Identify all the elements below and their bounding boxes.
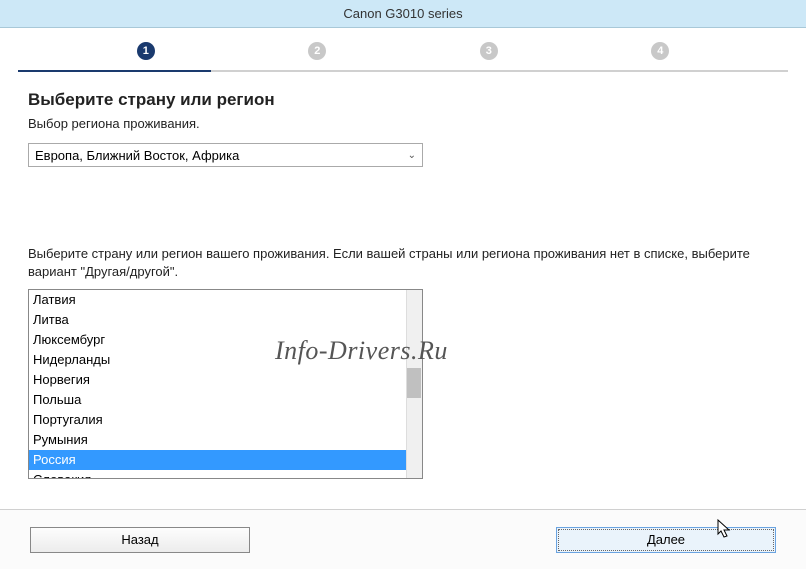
list-item[interactable]: Португалия <box>29 410 422 430</box>
scrollbar[interactable] <box>406 290 422 478</box>
listbox-inner: Латвия Литва Люксембург Нидерланды Норве… <box>29 290 422 478</box>
list-item[interactable]: Румыния <box>29 430 422 450</box>
list-item[interactable]: Польша <box>29 390 422 410</box>
instruction-text: Выберите страну или регион вашего прожив… <box>28 245 778 281</box>
step-4: 4 <box>651 42 669 60</box>
stepper: 1 2 3 4 <box>0 28 806 70</box>
list-item[interactable]: Словакия <box>29 470 422 479</box>
country-listbox[interactable]: Латвия Литва Люксембург Нидерланды Норве… <box>28 289 423 479</box>
region-dropdown[interactable]: Европа, Ближний Восток, Африка ⌄ <box>28 143 423 167</box>
content-area: 1 2 3 4 Выберите страну или регион Выбор… <box>0 28 806 491</box>
page-subheading: Выбор региона проживания. <box>28 116 778 131</box>
step-1: 1 <box>137 42 155 60</box>
next-button-label: Далее <box>647 532 685 547</box>
list-item[interactable]: Литва <box>29 310 422 330</box>
list-item[interactable]: Люксембург <box>29 330 422 350</box>
window-titlebar: Canon G3010 series <box>0 0 806 28</box>
list-item-selected[interactable]: Россия <box>29 450 422 470</box>
chevron-down-icon: ⌄ <box>408 150 416 161</box>
list-item[interactable]: Норвегия <box>29 370 422 390</box>
step-2: 2 <box>308 42 326 60</box>
main-panel: Выберите страну или регион Выбор региона… <box>0 72 806 491</box>
window-title: Canon G3010 series <box>343 6 462 21</box>
back-button-label: Назад <box>121 532 158 547</box>
list-item[interactable]: Нидерланды <box>29 350 422 370</box>
page-heading: Выберите страну или регион <box>28 90 778 110</box>
next-button[interactable]: Далее <box>556 527 776 553</box>
region-dropdown-value: Европа, Ближний Восток, Африка <box>35 148 239 163</box>
back-button[interactable]: Назад <box>30 527 250 553</box>
step-3: 3 <box>480 42 498 60</box>
scroll-thumb[interactable] <box>407 368 421 398</box>
footer-bar: Назад Далее <box>0 509 806 569</box>
progress-line <box>18 70 788 72</box>
list-item[interactable]: Латвия <box>29 290 422 310</box>
